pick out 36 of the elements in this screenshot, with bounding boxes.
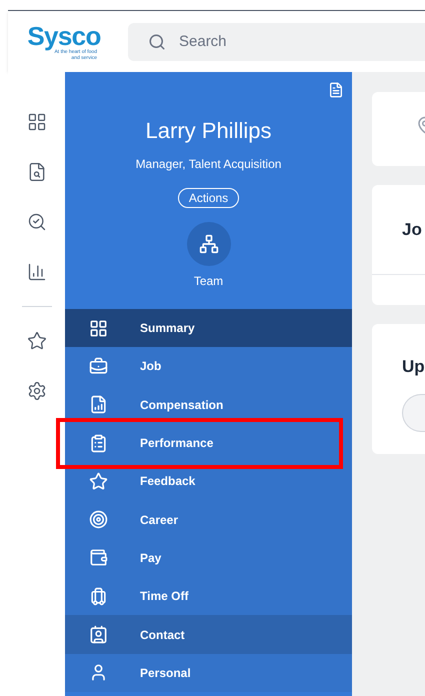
bar-chart-icon[interactable] — [26, 262, 46, 282]
team-button[interactable] — [186, 222, 230, 266]
target-icon — [89, 510, 108, 530]
luggage-icon — [89, 586, 108, 606]
wallet-icon — [89, 548, 108, 568]
card-title: Jo — [402, 218, 422, 241]
nav-item[interactable]: Time Off — [65, 577, 352, 616]
search-field[interactable]: Search — [128, 22, 425, 60]
person-icon — [89, 663, 108, 682]
profile-name: Larry Phillips — [146, 117, 272, 145]
nav-item[interactable]: Feedback — [65, 462, 352, 500]
nav-item[interactable]: Performance — [65, 424, 352, 462]
clipboard-icon — [89, 434, 108, 453]
nav-item[interactable]: Personal — [65, 654, 352, 692]
star-icon[interactable] — [26, 331, 46, 351]
nav-item[interactable]: Career — [65, 500, 352, 539]
dashboard-icon[interactable] — [26, 112, 46, 132]
team-label: Team — [194, 273, 224, 290]
actions-button[interactable]: Actions — [178, 188, 240, 208]
pdf-icon[interactable] — [328, 82, 344, 98]
card-title: Up — [402, 356, 425, 378]
org-chart-icon — [198, 234, 218, 254]
star-icon — [89, 472, 108, 491]
settings-icon[interactable] — [26, 381, 46, 401]
nav-item[interactable]: Job — [65, 347, 352, 386]
contact-card-icon — [89, 625, 108, 644]
person-search-icon[interactable] — [26, 212, 46, 232]
nav-item[interactable]: Summary — [65, 309, 352, 348]
grid-icon — [89, 318, 108, 338]
profile-title: Manager, Talent Acquisition — [136, 156, 282, 173]
nav-item[interactable]: Pay — [65, 538, 352, 578]
nav-item[interactable]: Contact — [65, 615, 352, 654]
report-icon — [89, 395, 108, 414]
search-icon — [148, 32, 166, 50]
briefcase-icon — [89, 356, 108, 376]
profile-search-icon[interactable] — [26, 162, 46, 182]
